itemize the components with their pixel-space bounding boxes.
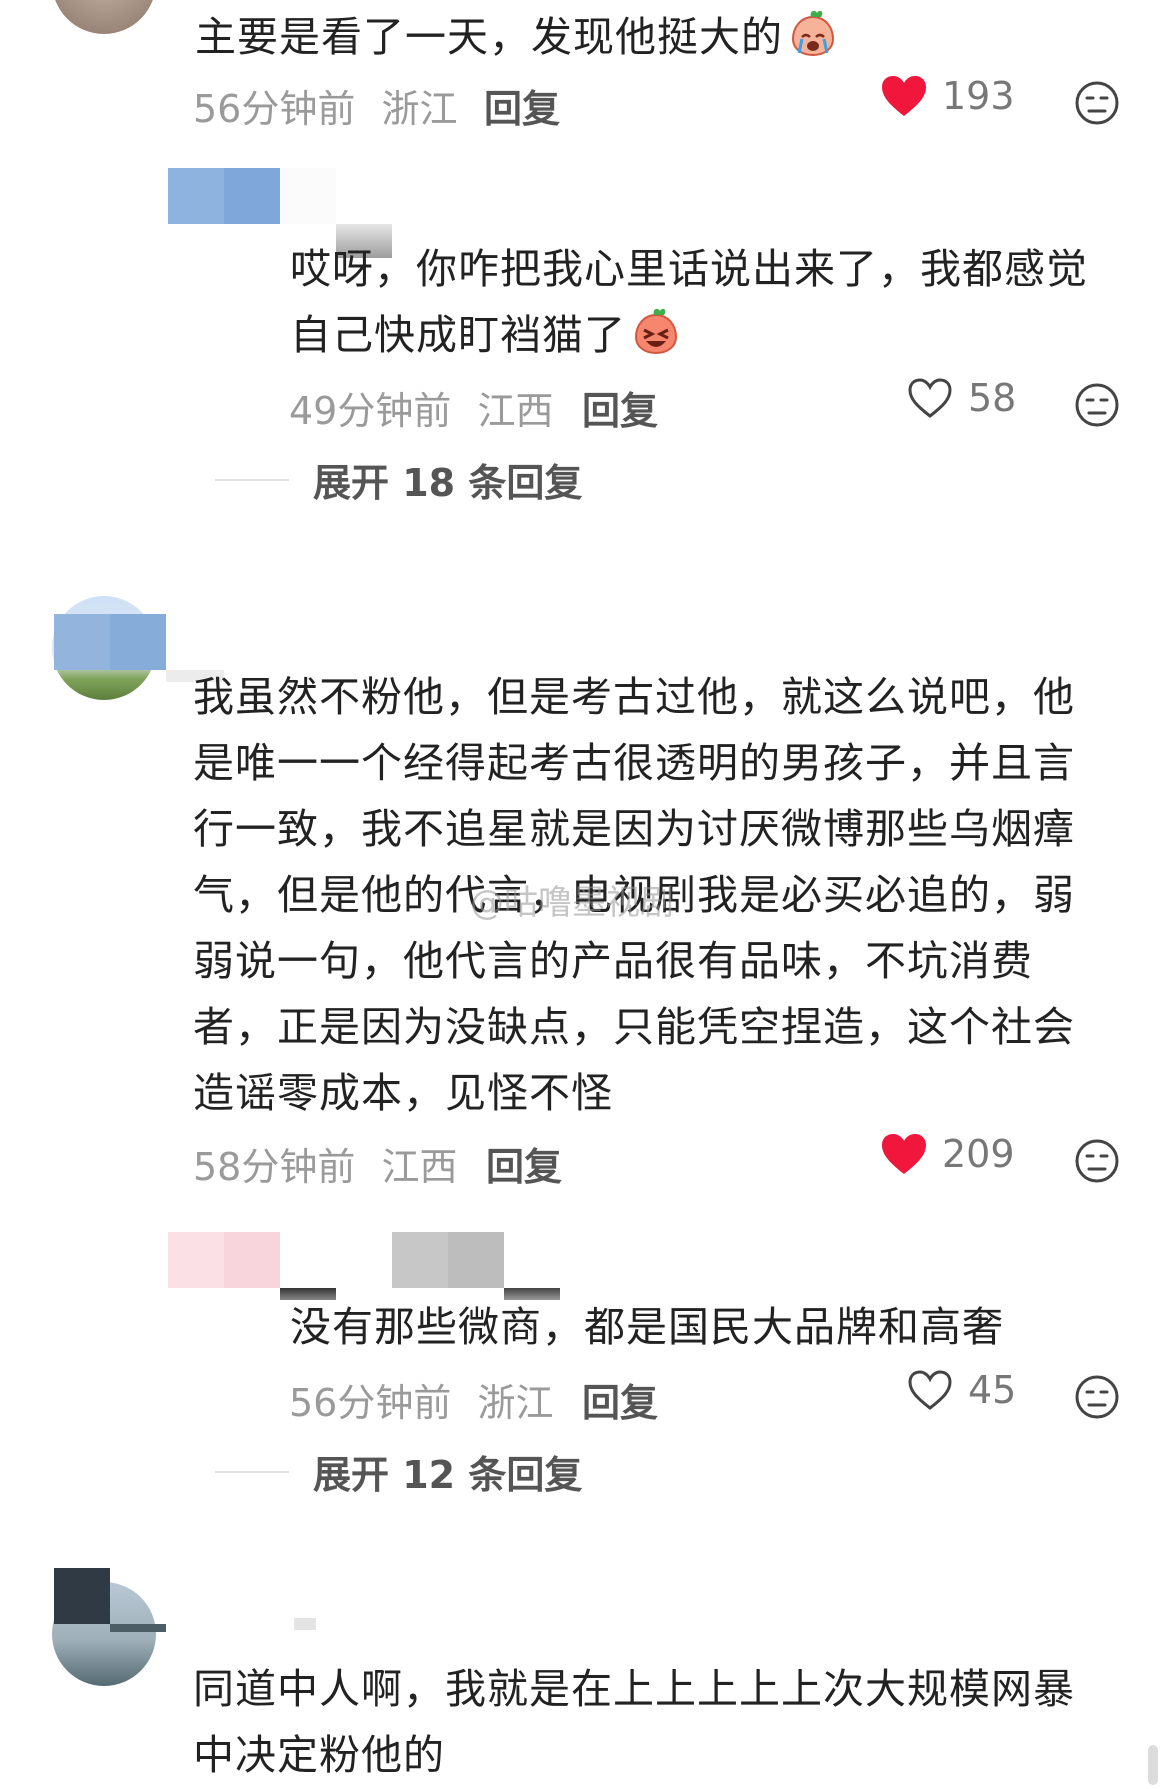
like-button[interactable]: 209 (880, 1132, 1015, 1176)
comment-meta: 49分钟前 江西 (289, 380, 553, 435)
comment-meta: 56分钟前 浙江 (193, 78, 457, 133)
dislike-icon[interactable] (1074, 382, 1120, 428)
comment-time: 58分钟前 (193, 1145, 356, 1189)
dislike-icon[interactable] (1074, 80, 1120, 126)
like-count: 193 (942, 74, 1015, 118)
comment-meta: 58分钟前 江西 (193, 1136, 457, 1191)
avatar[interactable] (52, 0, 156, 34)
comment-location: 江西 (381, 1145, 458, 1189)
expand-replies-label: 展开 12 条回复 (313, 1453, 583, 1497)
expand-replies-button[interactable]: 展开 18 条回复 (215, 452, 582, 507)
comment-meta: 56分钟前 浙江 (289, 1372, 553, 1427)
divider (215, 1470, 289, 1473)
comment-text: 没有那些微商，都是国民大品牌和高奢 (290, 1303, 1004, 1351)
heart-filled-icon (882, 1134, 926, 1174)
scrollbar[interactable] (1148, 1745, 1158, 1785)
dislike-icon[interactable] (1074, 1138, 1120, 1184)
comment-text: 同道中人啊，我就是在上上上上上次大规模网暴 中决定粉他的 (193, 1665, 1075, 1779)
reply-button[interactable]: 回复 (582, 1372, 658, 1427)
comment-location: 江西 (477, 389, 554, 433)
like-button[interactable]: 58 (906, 376, 1016, 420)
comment-text: 主要是看了一天，发现他挺大的 (195, 4, 839, 78)
reply-button[interactable]: 回复 (486, 1136, 562, 1191)
comment-time: 49分钟前 (289, 389, 452, 433)
expand-replies-button[interactable]: 展开 12 条回复 (215, 1444, 582, 1499)
username-mosaic[interactable] (54, 1568, 324, 1632)
heart-filled-icon (882, 76, 926, 116)
comment-location: 浙江 (381, 87, 458, 131)
like-button[interactable]: 45 (906, 1368, 1016, 1412)
divider (215, 478, 289, 481)
like-button[interactable]: 193 (880, 74, 1015, 118)
reply-button[interactable]: 回复 (582, 380, 658, 435)
heart-outline-icon (908, 1370, 952, 1410)
expand-replies-label: 展开 18 条回复 (313, 461, 583, 505)
watermark: @咕噜墨视剧 (470, 883, 674, 923)
like-count: 209 (942, 1132, 1015, 1176)
crying-face-emoji (787, 7, 839, 78)
heart-outline-icon (908, 378, 952, 418)
comment-time: 56分钟前 (289, 1381, 452, 1425)
reply-button[interactable]: 回复 (484, 78, 560, 133)
laughing-face-emoji (630, 305, 682, 376)
like-count: 45 (968, 1368, 1017, 1412)
comment-time: 56分钟前 (193, 87, 356, 131)
comment-location: 浙江 (477, 1381, 554, 1425)
dislike-icon[interactable] (1074, 1374, 1120, 1420)
like-count: 58 (968, 376, 1017, 420)
comment-text: 哎呀，你咋把我心里话说出来了，我都感觉 自己快成盯裆猫了 (290, 236, 1088, 376)
